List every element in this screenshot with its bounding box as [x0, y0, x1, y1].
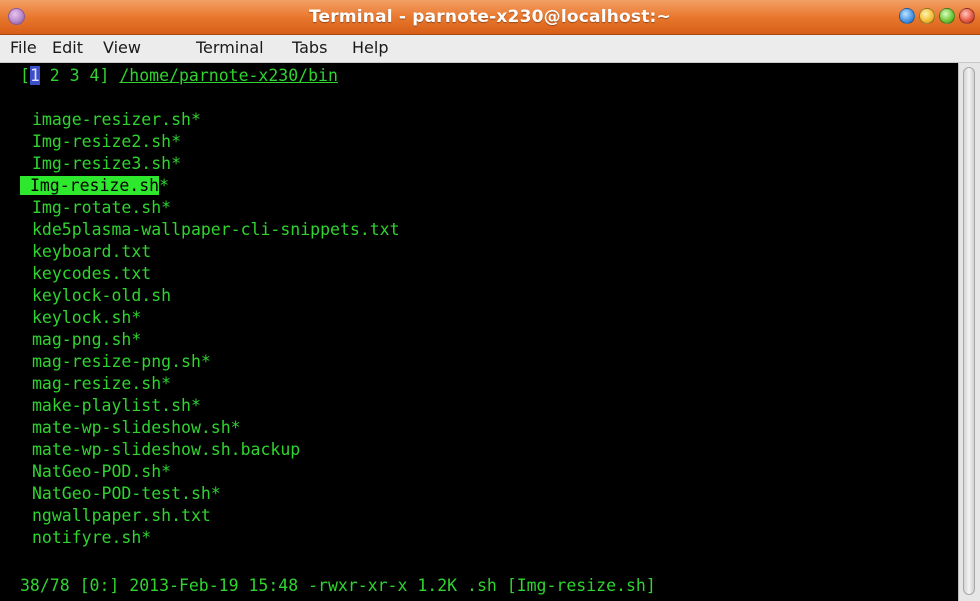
menu-terminal[interactable]: Terminal	[196, 38, 264, 58]
menu-tabs[interactable]: Tabs	[292, 38, 327, 58]
tab-list[interactable]: 2 3 4]	[40, 66, 110, 85]
vertical-scrollbar[interactable]	[958, 63, 980, 601]
file-item[interactable]: NatGeo-POD.sh*	[32, 461, 171, 483]
file-item[interactable]: make-playlist.sh*	[32, 395, 201, 417]
file-item[interactable]: image-resizer.sh*	[32, 109, 201, 131]
file-item-selected[interactable]: Img-resize.sh*	[20, 175, 169, 197]
sticky-button-icon[interactable]	[899, 8, 915, 24]
file-item[interactable]: Img-resize2.sh*	[32, 131, 181, 153]
tab-1-active[interactable]: 1	[29, 66, 40, 85]
file-item[interactable]: mag-png.sh*	[32, 329, 141, 351]
menu-view[interactable]: View	[103, 38, 141, 58]
terminal-content[interactable]: [1 2 3 4] /home/parnote-x230/bin image-r…	[0, 63, 958, 601]
file-item[interactable]: mate-wp-slideshow.sh*	[32, 417, 241, 439]
file-item[interactable]: kde5plasma-wallpaper-cli-snippets.txt	[32, 219, 400, 241]
title-bar[interactable]: Terminal - parnote-x230@localhost:~	[0, 0, 980, 35]
status-line: 38/78 [0:] 2013-Feb-19 15:48 -rwxr-xr-x …	[20, 576, 656, 595]
scrollbar-thumb[interactable]	[963, 67, 975, 595]
file-item[interactable]: mate-wp-slideshow.sh.backup	[32, 439, 300, 461]
tab-bracket: [	[20, 66, 30, 85]
maximize-button-icon[interactable]	[939, 8, 955, 24]
window-title: Terminal - parnote-x230@localhost:~	[308, 7, 671, 27]
close-button-icon[interactable]	[959, 8, 975, 24]
file-item[interactable]: Img-resize3.sh*	[32, 153, 181, 175]
file-item[interactable]: NatGeo-POD-test.sh*	[32, 483, 221, 505]
file-item[interactable]: keylock.sh*	[32, 307, 141, 329]
minimize-button-icon[interactable]	[919, 8, 935, 24]
selected-file-name: Img-resize.sh	[29, 176, 160, 195]
file-item[interactable]: mag-resize.sh*	[32, 373, 171, 395]
selected-file-suffix: *	[159, 176, 170, 195]
menu-file[interactable]: File	[10, 38, 37, 58]
file-item[interactable]: Img-rotate.sh*	[32, 197, 171, 219]
file-item[interactable]: mag-resize-png.sh*	[32, 351, 211, 373]
file-item[interactable]: keycodes.txt	[32, 263, 151, 285]
file-item[interactable]: notifyre.sh*	[32, 527, 151, 549]
file-item[interactable]: keyboard.txt	[32, 241, 151, 263]
menu-bar: File Edit View Terminal Tabs Help	[0, 35, 980, 63]
menu-edit[interactable]: Edit	[52, 38, 83, 58]
menu-help[interactable]: Help	[352, 38, 388, 58]
file-item[interactable]: keylock-old.sh	[32, 285, 171, 307]
terminal-window: Terminal - parnote-x230@localhost:~ File…	[0, 0, 980, 601]
file-item[interactable]: ngwallpaper.sh.txt	[32, 505, 211, 527]
current-path: /home/parnote-x230/bin	[119, 66, 338, 85]
ranger-tab-bar: [1 2 3 4] /home/parnote-x230/bin	[20, 65, 338, 87]
